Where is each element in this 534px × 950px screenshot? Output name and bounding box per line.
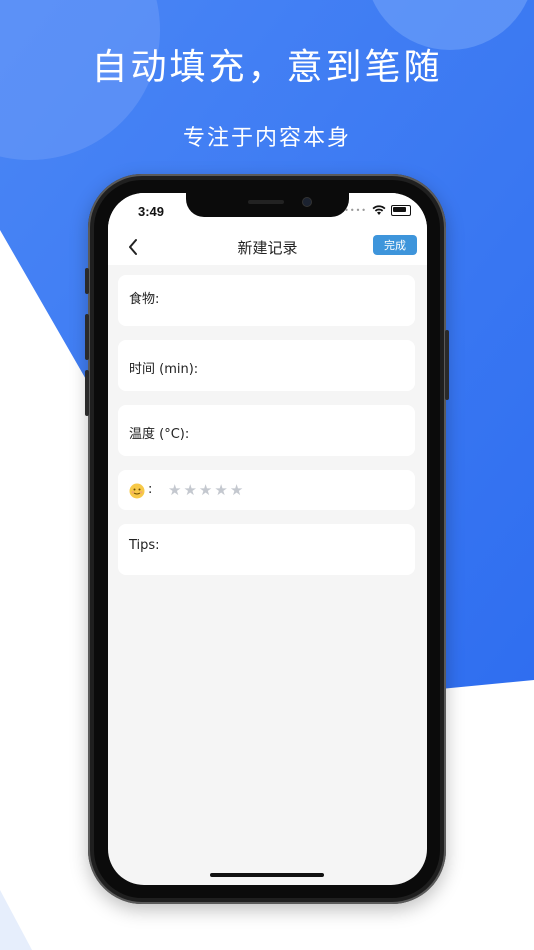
food-input[interactable] [170,286,404,308]
status-bar: 3:49 •••• [108,193,427,227]
power-button [445,330,449,400]
time-field-card[interactable]: 时间 (min): [118,340,415,391]
rating-card: : ★ ★ ★ ★ ★ [118,470,415,510]
volume-down-button [85,370,89,416]
status-icons: •••• [344,204,411,216]
phone-screen: 3:49 •••• 新建记录 完成 食物: 时间 (min): 温度 (°C):… [108,193,427,885]
battery-icon [391,204,411,216]
star-icon[interactable]: ★ [230,480,243,500]
front-camera [303,198,311,206]
food-label: 食物: [129,292,160,307]
star-rating[interactable]: ★ ★ ★ ★ ★ [168,480,243,500]
time-input[interactable] [208,356,407,378]
done-button[interactable]: 完成 [373,235,417,255]
star-icon[interactable]: ★ [199,480,212,500]
temperature-label: 温度 (°C): [129,427,190,442]
star-icon[interactable]: ★ [183,480,196,500]
volume-up-button [85,314,89,360]
mute-switch [85,268,89,294]
wifi-icon [372,204,386,215]
tips-field-card[interactable]: Tips: [118,524,415,575]
decor-corner-shape [0,890,32,950]
notch [186,193,349,217]
tips-label: Tips: [129,538,160,553]
home-indicator[interactable] [210,873,324,877]
tips-input[interactable] [170,536,404,558]
nav-bar: 新建记录 完成 [108,227,427,265]
temperature-input[interactable] [204,421,408,443]
food-field-card[interactable]: 食物: [118,275,415,326]
subheadline: 专注于内容本身 [182,126,351,151]
speaker-grille [248,200,284,204]
smiley-icon [129,483,145,499]
time-label: 时间 (min): [129,362,199,377]
status-time: 3:49 [138,204,165,219]
app-store-screenshot: 自动填充，意到笔随 专注于内容本身 3:49 •••• 新建记录 完成 食物: … [0,0,534,950]
signal-dots-icon: •••• [344,205,367,215]
temperature-field-card[interactable]: 温度 (°C): [118,405,415,456]
headline: 自动填充，意到笔随 [91,47,443,88]
star-icon[interactable]: ★ [168,480,181,500]
rating-colon: : [148,482,153,497]
star-icon[interactable]: ★ [214,480,227,500]
